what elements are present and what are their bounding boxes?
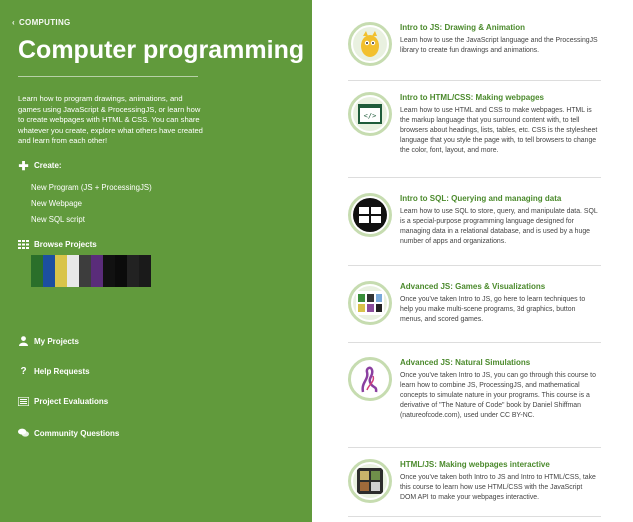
svg-text:</>: </> (364, 112, 377, 120)
sidebar: ‹ COMPUTING Computer programming Learn h… (0, 0, 312, 522)
project-thumbnail[interactable] (127, 254, 139, 287)
chevron-left-icon: ‹ (12, 18, 15, 27)
breadcrumb-label: COMPUTING (18, 18, 71, 27)
divider (348, 177, 601, 178)
course-card[interactable]: </> Intro to HTML/CSS: Making webpages L… (348, 92, 601, 156)
help-requests-link[interactable]: ? Help Requests (18, 366, 90, 377)
list-icon (18, 397, 29, 406)
course-description: Once you've taken Intro to JS, go here t… (400, 296, 586, 323)
course-icon (348, 193, 392, 237)
project-thumbnail[interactable] (115, 254, 127, 287)
course-description: Once you've taken Intro to JS, you can g… (400, 372, 596, 419)
plus-icon: ✚ (18, 158, 29, 173)
community-questions-link[interactable]: Community Questions (18, 428, 119, 438)
course-card[interactable]: Advanced JS: Games & Visualizations Once… (348, 281, 601, 325)
help-requests-label: Help Requests (34, 367, 90, 376)
course-card[interactable]: Intro to JS: Drawing & Animation Learn h… (348, 22, 601, 66)
page-description: Learn how to program drawings, animation… (18, 94, 203, 146)
course-icon (348, 357, 392, 401)
course-title[interactable]: HTML/JS: Making webpages interactive (400, 459, 599, 470)
project-thumbnail[interactable] (103, 254, 115, 287)
course-description: Learn how to use the JavaScript language… (400, 37, 598, 54)
my-projects-label: My Projects (34, 336, 79, 346)
course-description: Learn how to use SQL to store, query, an… (400, 208, 598, 245)
create-label: Create: (34, 161, 62, 171)
user-icon (18, 336, 29, 346)
course-icon (348, 22, 392, 66)
breadcrumb[interactable]: ‹ COMPUTING (12, 18, 312, 27)
divider (348, 516, 601, 517)
new-sql-script-link[interactable]: New SQL script (31, 212, 312, 228)
course-card[interactable]: Advanced JS: Natural Simulations Once yo… (348, 357, 601, 421)
project-thumbnails[interactable] (31, 254, 312, 287)
divider (348, 80, 601, 81)
course-title[interactable]: Intro to HTML/CSS: Making webpages (400, 92, 599, 103)
community-questions-label: Community Questions (34, 428, 120, 438)
project-thumbnail[interactable] (43, 254, 55, 287)
project-thumbnail[interactable] (79, 254, 91, 287)
course-title[interactable]: Advanced JS: Natural Simulations (400, 357, 599, 368)
project-thumbnail[interactable] (91, 254, 103, 287)
divider (348, 342, 601, 343)
chat-bubbles-icon (18, 428, 29, 438)
course-description: Once you've taken both Intro to JS and I… (400, 474, 596, 501)
divider (18, 76, 198, 77)
page-title: Computer programming (18, 36, 305, 64)
question-icon: ? (20, 366, 27, 377)
project-thumbnail[interactable] (55, 254, 67, 287)
project-evaluations-link[interactable]: Project Evaluations (18, 397, 108, 406)
course-icon (348, 459, 392, 503)
course-title[interactable]: Intro to SQL: Querying and managing data (400, 193, 599, 204)
browse-projects-label: Browse Projects (34, 239, 97, 249)
create-heading: ✚ Create: (18, 159, 312, 173)
divider (348, 265, 601, 266)
my-projects-link[interactable]: My Projects (18, 336, 79, 346)
new-program-link[interactable]: New Program (JS + ProcessingJS) (31, 180, 312, 196)
grid-icon (18, 239, 29, 249)
project-thumbnail[interactable] (31, 254, 43, 287)
project-evaluations-label: Project Evaluations (34, 397, 109, 406)
browse-projects-link[interactable]: Browse Projects (18, 239, 312, 249)
course-icon: </> (348, 92, 392, 136)
course-title[interactable]: Advanced JS: Games & Visualizations (400, 281, 599, 292)
course-icon (348, 281, 392, 325)
project-thumbnail[interactable] (139, 254, 151, 287)
course-list: Intro to JS: Drawing & Animation Learn h… (312, 0, 633, 522)
course-card[interactable]: Intro to SQL: Querying and managing data… (348, 193, 601, 247)
new-webpage-link[interactable]: New Webpage (31, 196, 312, 212)
course-description: Learn how to use HTML and CSS to make we… (400, 107, 598, 154)
course-title[interactable]: Intro to JS: Drawing & Animation (400, 22, 599, 33)
course-card[interactable]: HTML/JS: Making webpages interactive Onc… (348, 459, 601, 503)
project-thumbnail[interactable] (67, 254, 79, 287)
divider (348, 447, 601, 448)
